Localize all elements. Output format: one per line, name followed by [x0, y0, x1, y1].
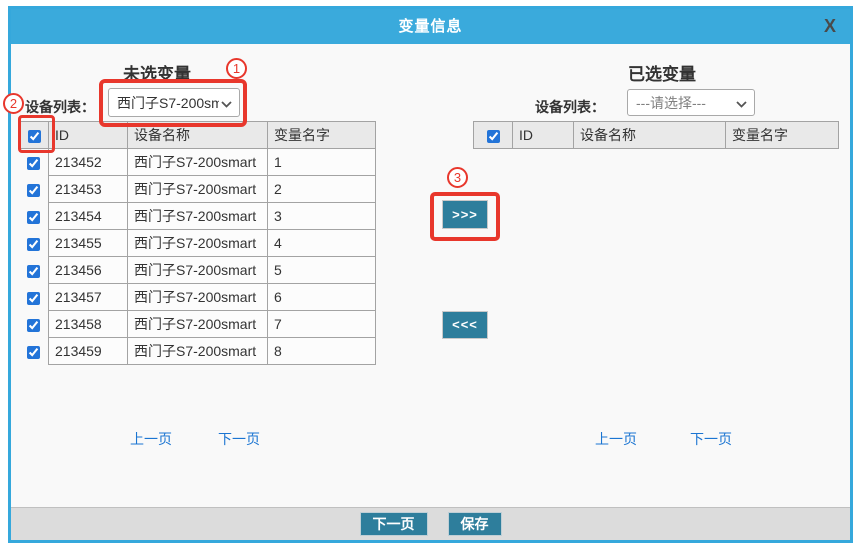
next-page-button[interactable]: 下一页: [360, 512, 428, 536]
chevron-down-icon: [736, 95, 747, 111]
cell-id: 213452: [49, 149, 128, 176]
row-checkbox[interactable]: [27, 211, 40, 224]
unselected-variables-table: ID 设备名称 变量名字 213452 西门子S7-200smart 1 213…: [19, 121, 376, 365]
screen: # 变量信息 X 未选变量 设备列表： 西门子S7-200sma ID 设备名称…: [0, 0, 861, 548]
page-behind-fragment: #: [0, 47, 5, 64]
column-header-variable: 变量名字: [268, 122, 376, 149]
cell-id: 213455: [49, 230, 128, 257]
right-next-page-link[interactable]: 下一页: [690, 429, 732, 449]
cell-id: 213456: [49, 257, 128, 284]
cell-variable: 2: [268, 176, 376, 203]
annotation-number-3: 3: [447, 167, 468, 188]
annotation-number-2: 2: [3, 93, 24, 114]
close-icon[interactable]: X: [824, 9, 836, 44]
cell-device: 西门子S7-200smart: [128, 176, 268, 203]
move-right-button[interactable]: >>>: [442, 200, 488, 229]
cell-device: 西门子S7-200smart: [128, 311, 268, 338]
annotation-number-1: 1: [226, 58, 247, 79]
cell-variable: 3: [268, 203, 376, 230]
cell-device: 西门子S7-200smart: [128, 338, 268, 365]
left-select-all-checkbox[interactable]: [28, 130, 41, 143]
right-device-list-label: 设备列表：: [535, 97, 605, 117]
cell-id: 213453: [49, 176, 128, 203]
cell-device: 西门子S7-200smart: [128, 257, 268, 284]
row-checkbox[interactable]: [27, 238, 40, 251]
column-header-id: ID: [49, 122, 128, 149]
dialog-header: 变量信息 X: [11, 9, 850, 44]
dialog-footer: 下一页 保存: [11, 507, 850, 540]
table-row: 213454 西门子S7-200smart 3: [20, 203, 376, 230]
save-button[interactable]: 保存: [448, 512, 502, 536]
cell-id: 213459: [49, 338, 128, 365]
column-header-device: 设备名称: [128, 122, 268, 149]
cell-variable: 5: [268, 257, 376, 284]
right-device-select-value: ---请选择---: [628, 93, 734, 113]
unselected-variables-title: 未选变量: [87, 60, 227, 85]
left-prev-page-link[interactable]: 上一页: [130, 429, 172, 449]
column-header-device: 设备名称: [574, 122, 726, 149]
left-device-list-label: 设备列表：: [25, 97, 95, 117]
cell-variable: 7: [268, 311, 376, 338]
cell-variable: 4: [268, 230, 376, 257]
selected-variables-table: ID 设备名称 变量名字: [473, 121, 839, 149]
table-row: 213452 西门子S7-200smart 1: [20, 149, 376, 176]
table-row: 213457 西门子S7-200smart 6: [20, 284, 376, 311]
cell-id: 213458: [49, 311, 128, 338]
column-header-id: ID: [513, 122, 574, 149]
cell-device: 西门子S7-200smart: [128, 149, 268, 176]
cell-device: 西门子S7-200smart: [128, 230, 268, 257]
cell-id: 213454: [49, 203, 128, 230]
row-checkbox[interactable]: [27, 265, 40, 278]
move-left-button[interactable]: <<<: [442, 311, 488, 339]
right-prev-page-link[interactable]: 上一页: [595, 429, 637, 449]
left-next-page-link[interactable]: 下一页: [218, 429, 260, 449]
selected-variables-title: 已选变量: [592, 60, 732, 85]
cell-device: 西门子S7-200smart: [128, 284, 268, 311]
right-device-select[interactable]: ---请选择---: [627, 89, 755, 116]
table-row: 213453 西门子S7-200smart 2: [20, 176, 376, 203]
right-select-all-checkbox[interactable]: [487, 130, 500, 143]
table-row: 213455 西门子S7-200smart 4: [20, 230, 376, 257]
row-checkbox[interactable]: [27, 319, 40, 332]
row-checkbox[interactable]: [27, 346, 40, 359]
chevron-down-icon: [221, 95, 232, 111]
variable-info-dialog: 变量信息 X 未选变量 设备列表： 西门子S7-200sma ID 设备名称 变…: [8, 6, 853, 543]
cell-variable: 1: [268, 149, 376, 176]
table-header-row: ID 设备名称 变量名字: [474, 122, 839, 149]
column-header-variable: 变量名字: [726, 122, 839, 149]
row-checkbox[interactable]: [27, 157, 40, 170]
table-row: 213456 西门子S7-200smart 5: [20, 257, 376, 284]
cell-variable: 8: [268, 338, 376, 365]
row-checkbox[interactable]: [27, 184, 40, 197]
row-checkbox[interactable]: [27, 292, 40, 305]
left-device-select[interactable]: 西门子S7-200sma: [108, 88, 240, 117]
left-device-select-value: 西门子S7-200sma: [109, 93, 219, 113]
table-row: 213458 西门子S7-200smart 7: [20, 311, 376, 338]
table-header-row: ID 设备名称 变量名字: [20, 122, 376, 149]
cell-device: 西门子S7-200smart: [128, 203, 268, 230]
cell-variable: 6: [268, 284, 376, 311]
cell-id: 213457: [49, 284, 128, 311]
table-row: 213459 西门子S7-200smart 8: [20, 338, 376, 365]
dialog-title: 变量信息: [11, 9, 850, 44]
